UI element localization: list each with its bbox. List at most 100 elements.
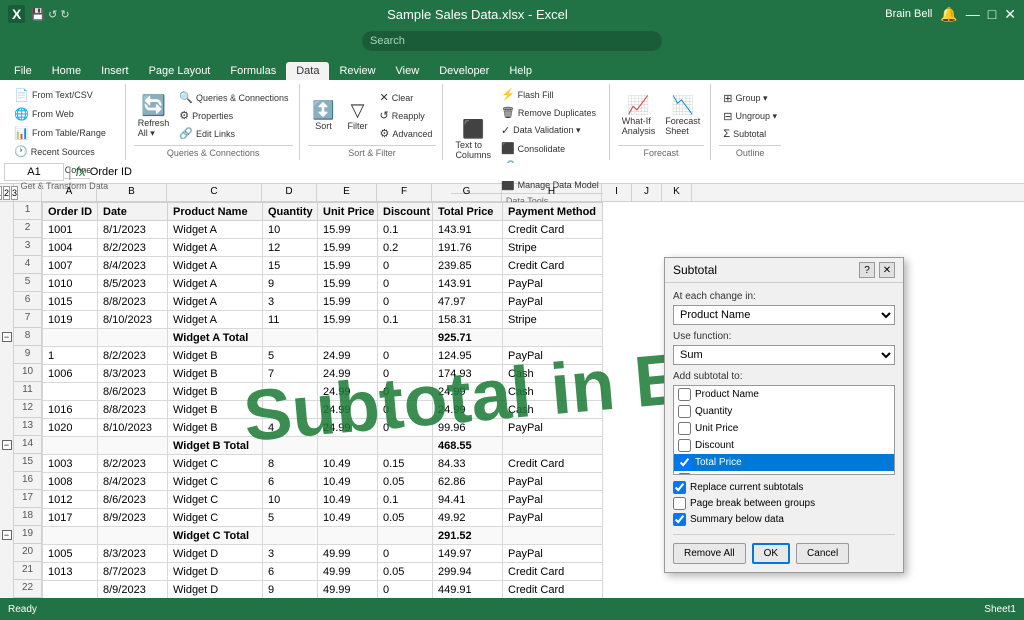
table-cell[interactable]: 9 (263, 581, 318, 599)
table-cell[interactable] (503, 527, 603, 545)
table-cell[interactable]: 449.91 (433, 581, 503, 599)
table-cell[interactable]: 6 (263, 473, 318, 491)
table-cell[interactable]: 10.49 (318, 455, 378, 473)
table-cell[interactable]: 0 (378, 347, 433, 365)
table-cell[interactable]: 0 (378, 293, 433, 311)
col-header-i[interactable]: I (602, 184, 632, 201)
table-cell[interactable]: 24.99 (433, 383, 503, 401)
dialog-list-item[interactable]: Quantity (674, 403, 894, 420)
table-cell[interactable]: 24.99 (433, 401, 503, 419)
table-cell[interactable]: 0 (378, 401, 433, 419)
consolidate-button[interactable]: ⬛ Consolidate (497, 140, 603, 157)
refresh-all-button[interactable]: 🔄 RefreshAll ▾ (134, 88, 174, 144)
data-validation-button[interactable]: ✓ Data Validation ▾ (497, 122, 603, 139)
table-cell[interactable]: 1016 (43, 401, 98, 419)
table-cell[interactable] (503, 437, 603, 455)
list-item-checkbox[interactable] (678, 405, 691, 418)
table-cell[interactable]: PayPal (503, 473, 603, 491)
table-cell[interactable]: 94.41 (433, 491, 503, 509)
table-cell[interactable] (263, 527, 318, 545)
outline-level-2[interactable]: 2 (3, 186, 10, 200)
table-cell[interactable]: 1015 (43, 293, 98, 311)
col-header-a[interactable]: A (42, 184, 97, 201)
tab-help[interactable]: Help (499, 62, 542, 80)
col-header-g[interactable]: G (432, 184, 502, 201)
table-cell[interactable]: 0.1 (378, 221, 433, 239)
table-cell[interactable]: 24.99 (318, 347, 378, 365)
table-cell[interactable] (43, 527, 98, 545)
table-cell[interactable]: 1019 (43, 311, 98, 329)
table-cell[interactable]: 0.1 (378, 311, 433, 329)
table-cell[interactable]: Widget B (168, 383, 263, 401)
dialog-checkbox[interactable] (673, 481, 686, 494)
table-cell[interactable]: PayPal (503, 509, 603, 527)
table-cell[interactable] (263, 401, 318, 419)
notification-icon[interactable]: 🔔 (940, 6, 957, 23)
forecast-sheet-button[interactable]: 📉 ForecastSheet (661, 88, 704, 144)
table-cell[interactable]: 1013 (43, 563, 98, 581)
table-cell[interactable]: 15.99 (318, 239, 378, 257)
table-cell[interactable]: Cash (503, 401, 603, 419)
table-cell[interactable]: 468.55 (433, 437, 503, 455)
dialog-close-button[interactable]: ✕ (879, 262, 895, 278)
table-cell[interactable]: 24.99 (318, 383, 378, 401)
at-each-change-select[interactable]: Product Name (673, 305, 895, 325)
properties-button[interactable]: ⚙ Properties (175, 107, 292, 124)
table-cell[interactable] (43, 437, 98, 455)
table-cell[interactable]: Widget D (168, 581, 263, 599)
list-item-checkbox[interactable] (678, 473, 691, 475)
recent-sources-button[interactable]: 🕐 Recent Sources (10, 143, 119, 160)
table-cell[interactable]: 8/3/2023 (98, 545, 168, 563)
table-cell[interactable]: 5 (263, 509, 318, 527)
table-cell[interactable]: PayPal (503, 491, 603, 509)
table-cell[interactable]: 8/2/2023 (98, 347, 168, 365)
table-cell[interactable]: 1007 (43, 257, 98, 275)
table-cell[interactable]: 5 (263, 347, 318, 365)
text-to-columns-button[interactable]: ⬛ Text toColumns (451, 112, 495, 168)
table-cell[interactable]: Widget A (168, 293, 263, 311)
table-cell[interactable]: 0 (378, 257, 433, 275)
table-cell[interactable]: 62.86 (433, 473, 503, 491)
maximize-icon[interactable]: □ (988, 6, 996, 22)
table-cell[interactable]: Widget B (168, 365, 263, 383)
cancel-button[interactable]: Cancel (796, 543, 849, 564)
name-box[interactable] (4, 163, 64, 181)
clear-button[interactable]: ✕ Clear (376, 89, 437, 106)
table-cell[interactable] (263, 383, 318, 401)
remove-all-button[interactable]: Remove All (673, 543, 746, 564)
table-cell[interactable]: 15.99 (318, 257, 378, 275)
table-cell[interactable]: Total Price (433, 203, 503, 221)
table-cell[interactable]: 1003 (43, 455, 98, 473)
table-cell[interactable]: 8/4/2023 (98, 257, 168, 275)
table-cell[interactable]: Widget A (168, 275, 263, 293)
table-cell[interactable]: 49.99 (318, 545, 378, 563)
table-cell[interactable]: 925.71 (433, 329, 503, 347)
table-cell[interactable]: Widget A Total (168, 329, 263, 347)
table-cell[interactable]: 3 (263, 545, 318, 563)
table-cell[interactable]: 8/5/2023 (98, 275, 168, 293)
table-cell[interactable]: Widget C (168, 509, 263, 527)
queries-connections-button[interactable]: 🔍 Queries & Connections (175, 89, 292, 106)
list-item-checkbox[interactable] (678, 439, 691, 452)
tab-file[interactable]: File (4, 62, 42, 80)
col-header-j[interactable]: J (632, 184, 662, 201)
table-cell[interactable]: 10.49 (318, 473, 378, 491)
table-cell[interactable]: 24.99 (318, 419, 378, 437)
table-cell[interactable]: 8/9/2023 (98, 581, 168, 599)
table-cell[interactable]: 99.96 (433, 419, 503, 437)
table-cell[interactable]: 1010 (43, 275, 98, 293)
table-cell[interactable]: Cash (503, 365, 603, 383)
table-cell[interactable]: 0.2 (378, 239, 433, 257)
tab-home[interactable]: Home (42, 62, 91, 80)
add-subtotal-listbox[interactable]: Product NameQuantityUnit PriceDiscountTo… (673, 385, 895, 475)
table-cell[interactable]: Widget B (168, 419, 263, 437)
table-cell[interactable]: Widget B (168, 401, 263, 419)
table-cell[interactable]: 0 (378, 419, 433, 437)
table-cell[interactable]: 15.99 (318, 221, 378, 239)
table-cell[interactable]: 0.1 (378, 491, 433, 509)
table-cell[interactable]: 8/10/2023 (98, 311, 168, 329)
table-cell[interactable]: 49.99 (318, 563, 378, 581)
table-cell[interactable]: Widget C Total (168, 527, 263, 545)
table-cell[interactable]: 8/4/2023 (98, 473, 168, 491)
table-cell[interactable] (98, 437, 168, 455)
